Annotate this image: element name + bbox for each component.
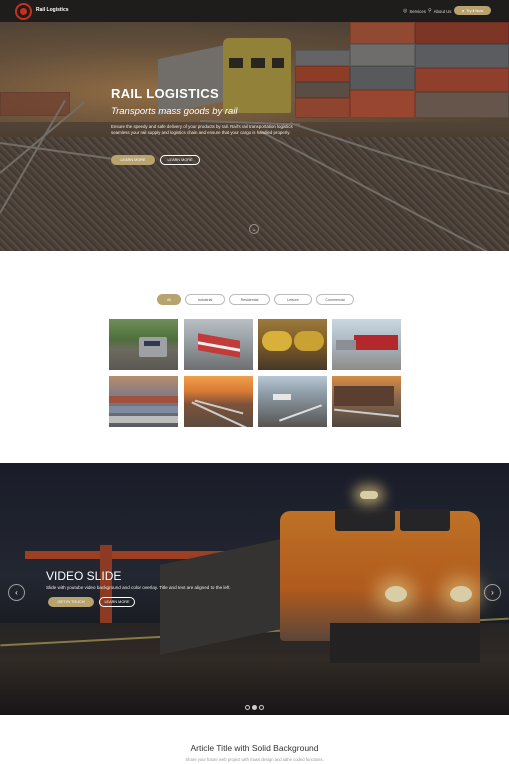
video-slide-title: VIDEO SLIDE xyxy=(46,569,122,583)
hero-description: Ensure the speedy and safe delivery of y… xyxy=(111,124,293,136)
gallery-thumb-rail-yard-sunset[interactable] xyxy=(109,376,178,427)
gallery-thumb-tracks-sunset[interactable] xyxy=(184,376,253,427)
slider-dot-1[interactable] xyxy=(245,705,250,710)
filter-all[interactable]: All xyxy=(157,294,181,305)
thumb-train xyxy=(139,337,167,357)
thumb-rail xyxy=(279,404,322,422)
thumb-tank xyxy=(262,331,292,351)
filter-leisure[interactable]: Leisure xyxy=(274,294,312,305)
thumb-freight-row xyxy=(109,396,178,403)
gallery-thumb-freight-cars-sunset[interactable] xyxy=(332,376,401,427)
chevron-down-icon[interactable]: ⌄ xyxy=(249,224,259,234)
filter-residential[interactable]: Residential xyxy=(229,294,270,305)
nav-link-label: About Us xyxy=(433,8,452,14)
logo-icon[interactable] xyxy=(15,3,32,20)
slider-dot-2[interactable] xyxy=(252,705,257,710)
nav-link-label: Services xyxy=(409,8,426,14)
hero-secondary-button[interactable]: LEARN MORE xyxy=(160,155,200,165)
hero-section: RAIL LOGISTICS Transports mass goods by … xyxy=(0,22,509,251)
gallery-thumb-locomotive-green-hills[interactable] xyxy=(109,319,178,370)
brand-name[interactable]: Rail Logistics xyxy=(36,7,69,13)
article-title: Article Title with Solid Background xyxy=(190,743,319,753)
user-icon: ● xyxy=(461,8,465,13)
top-navigation: Rail Logistics ◎ Services ⚲ About Us ● T… xyxy=(0,0,509,22)
get-in-touch-button[interactable]: GET IN TOUCH xyxy=(48,597,94,607)
thumb-freight-row xyxy=(109,406,178,413)
video-slide-section: VIDEO SLIDE Slide with youtube video bac… xyxy=(0,463,509,715)
nav-link-about[interactable]: ⚲ About Us xyxy=(428,8,451,14)
try-it-now-button[interactable]: ● Try it Now xyxy=(454,6,491,15)
chevron-right-icon[interactable]: › xyxy=(484,584,501,601)
gallery-thumb-yellow-tank-cars[interactable] xyxy=(258,319,327,370)
article-subtitle: Share your future web project with mass … xyxy=(185,757,324,762)
video-slide-text: Slide with youtube video background and … xyxy=(46,585,231,590)
thumb-freight-car xyxy=(334,386,394,406)
thumb-train xyxy=(273,394,291,400)
thumb-rail xyxy=(334,408,399,418)
gallery-thumb-passenger-train-tracks[interactable] xyxy=(258,376,327,427)
filter-industrial[interactable]: Industrial xyxy=(185,294,225,305)
hero-learn-more-button[interactable]: LEARN MORE xyxy=(111,155,155,165)
filter-commercial[interactable]: Commercial xyxy=(316,294,354,305)
thumb-freight-car xyxy=(336,340,356,350)
slider-dot-3[interactable] xyxy=(259,705,264,710)
thumb-train-stripe xyxy=(144,341,160,346)
hero-subtitle: Transports mass goods by rail xyxy=(111,106,238,117)
globe-icon: ◎ xyxy=(403,8,408,14)
try-it-now-label: Try it Now xyxy=(466,8,484,13)
gallery-thumb-red-train-station[interactable] xyxy=(184,319,253,370)
hero-title: RAIL LOGISTICS xyxy=(111,86,219,101)
gallery-thumb-red-freight-cars[interactable] xyxy=(332,319,401,370)
search-icon: ⚲ xyxy=(428,8,432,14)
thumb-freight-car xyxy=(354,335,398,350)
chevron-left-icon[interactable]: ‹ xyxy=(8,584,25,601)
video-learn-more-button[interactable]: LEARN MORE xyxy=(99,597,135,607)
thumb-freight-row xyxy=(109,416,178,423)
nav-link-services[interactable]: ◎ Services xyxy=(403,8,426,14)
thumb-tank xyxy=(294,331,324,351)
